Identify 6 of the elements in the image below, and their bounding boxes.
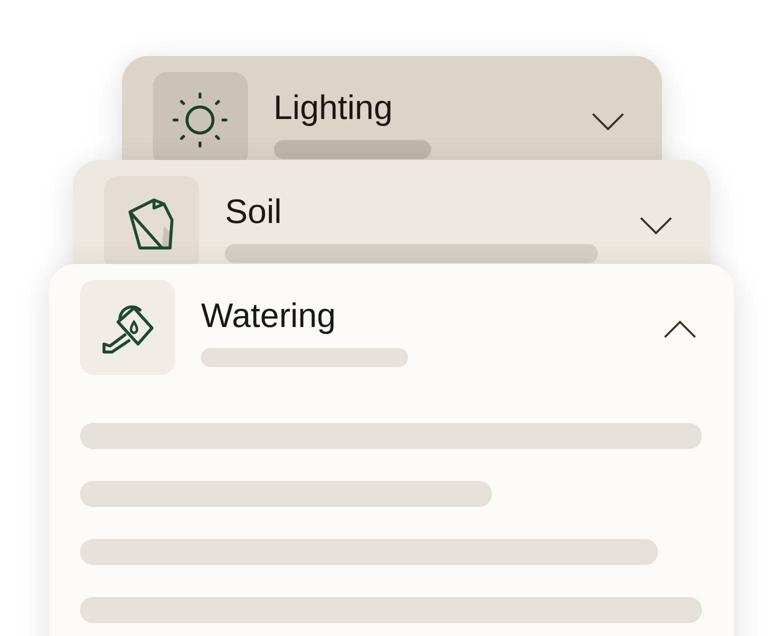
section-title: Lighting bbox=[274, 88, 394, 128]
chevron-down-icon[interactable] bbox=[639, 216, 673, 235]
section-title: Soil bbox=[225, 192, 283, 232]
chevron-up-icon[interactable] bbox=[663, 320, 697, 339]
chevron-down-icon[interactable] bbox=[590, 112, 624, 131]
section-title: Watering bbox=[201, 296, 337, 336]
